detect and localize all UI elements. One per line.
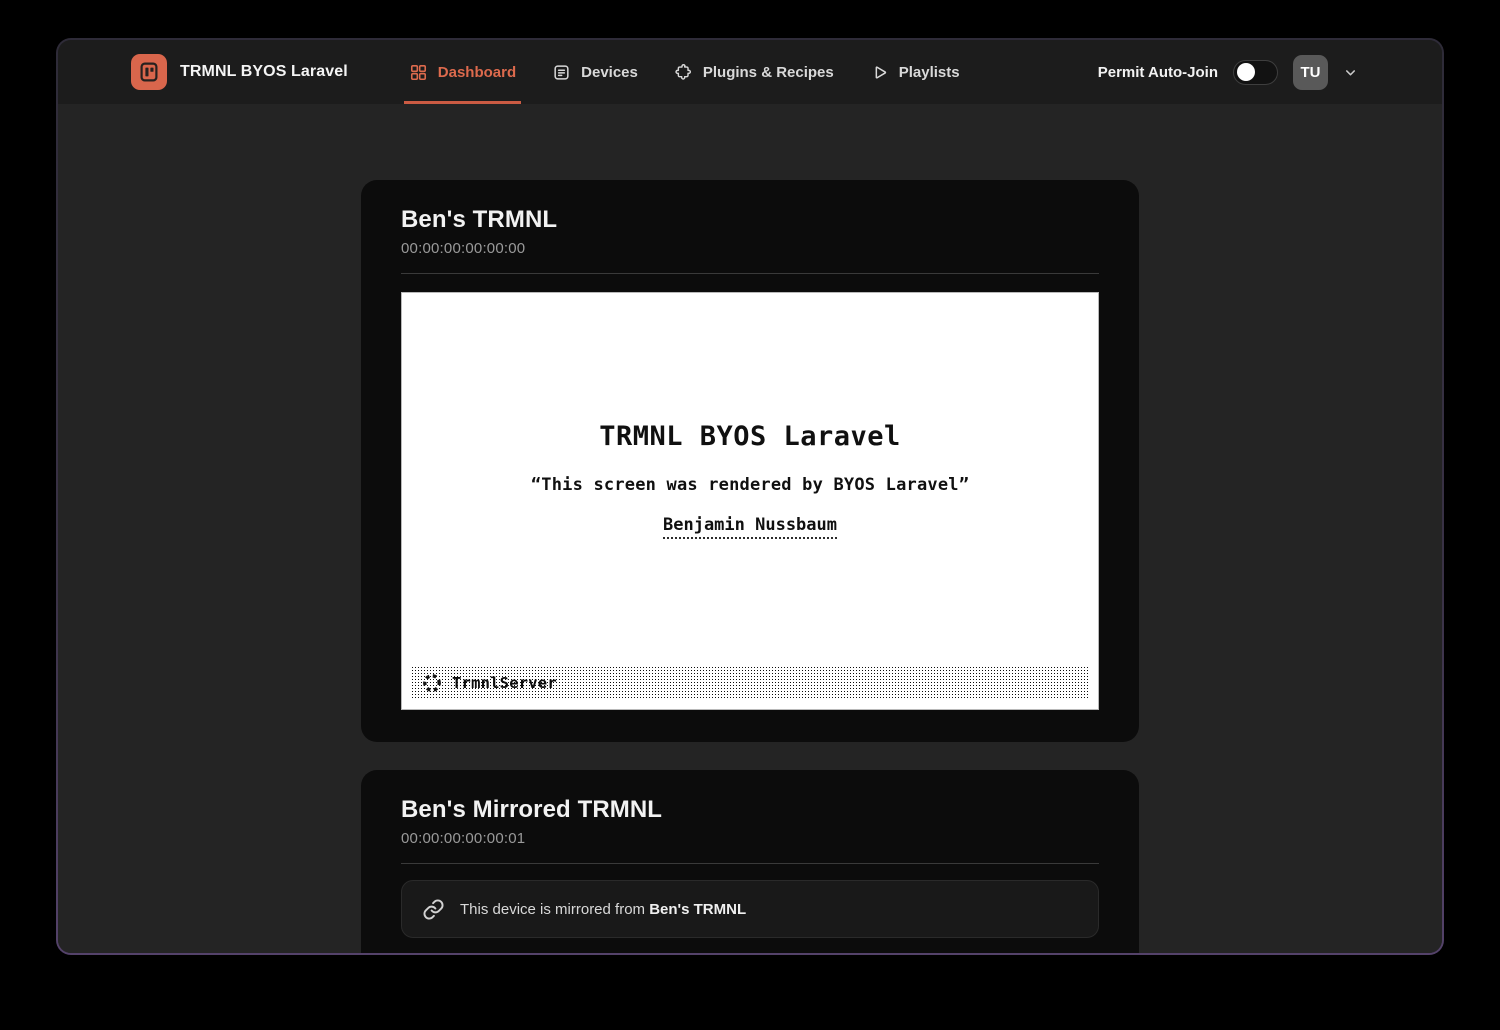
- chevron-down-icon: [1343, 65, 1358, 80]
- toggle-knob: [1237, 63, 1255, 81]
- device-mac-address: 00:00:00:00:00:01: [401, 830, 1099, 847]
- nav-label: Plugins & Recipes: [703, 64, 834, 81]
- device-card-bens-trmnl: Ben's TRMNL 00:00:00:00:00:00 TRMNL BYOS…: [361, 180, 1139, 742]
- device-name: Ben's Mirrored TRMNL: [401, 796, 1099, 824]
- spinner-icon: [422, 673, 442, 693]
- nav-label: Playlists: [899, 64, 960, 81]
- nav-item-plugins-recipes[interactable]: Plugins & Recipes: [669, 40, 839, 104]
- card-divider: [401, 863, 1099, 864]
- screen-quote: “This screen was rendered by BYOS Larave…: [402, 475, 1098, 495]
- dashboard-grid-icon: [409, 63, 428, 82]
- permit-autojoin-label: Permit Auto-Join: [1098, 64, 1218, 81]
- app-window-frame: TRMNL BYOS Laravel Dashboard: [56, 38, 1444, 955]
- mirror-note-text: This device is mirrored from Ben's TRMNL: [460, 901, 746, 918]
- device-name: Ben's TRMNL: [401, 206, 1099, 234]
- app-window: TRMNL BYOS Laravel Dashboard: [58, 40, 1442, 953]
- dashboard-content: Ben's TRMNL 00:00:00:00:00:00 TRMNL BYOS…: [58, 104, 1442, 953]
- screen-titlebar: TrmnlServer: [411, 666, 1089, 699]
- play-icon: [870, 63, 889, 82]
- topbar-right: Permit Auto-Join TU: [1098, 40, 1358, 104]
- device-mac-address: 00:00:00:00:00:00: [401, 240, 1099, 257]
- permit-autojoin-toggle[interactable]: [1233, 60, 1278, 85]
- nav-item-devices[interactable]: Devices: [547, 40, 643, 104]
- nav-item-dashboard[interactable]: Dashboard: [404, 40, 521, 104]
- top-navigation-bar: TRMNL BYOS Laravel Dashboard: [58, 40, 1442, 104]
- link-icon: [422, 898, 445, 921]
- device-screen-preview: TRMNL BYOS Laravel “This screen was rend…: [401, 292, 1099, 710]
- screen-title: TRMNL BYOS Laravel: [402, 293, 1098, 452]
- user-avatar[interactable]: TU: [1293, 55, 1328, 90]
- titlebar-label: TrmnlServer: [452, 674, 557, 692]
- mirror-source-device: Ben's TRMNL: [649, 901, 746, 918]
- main-nav: Dashboard Devices: [404, 40, 965, 104]
- nav-item-playlists[interactable]: Playlists: [865, 40, 965, 104]
- trmnl-logo-icon: [131, 54, 167, 90]
- puzzle-icon: [674, 63, 693, 82]
- user-menu-chevron[interactable]: [1343, 65, 1358, 80]
- nav-label: Dashboard: [438, 64, 516, 81]
- card-divider: [401, 273, 1099, 274]
- app-title: TRMNL BYOS Laravel: [180, 63, 348, 81]
- nav-label: Devices: [581, 64, 638, 81]
- mirror-note: This device is mirrored from Ben's TRMNL: [401, 880, 1099, 938]
- devices-icon: [552, 63, 571, 82]
- brand: TRMNL BYOS Laravel: [131, 40, 348, 104]
- device-card-bens-mirrored-trmnl: Ben's Mirrored TRMNL 00:00:00:00:00:01 T…: [361, 770, 1139, 953]
- screen-author-link: Benjamin Nussbaum: [663, 515, 837, 539]
